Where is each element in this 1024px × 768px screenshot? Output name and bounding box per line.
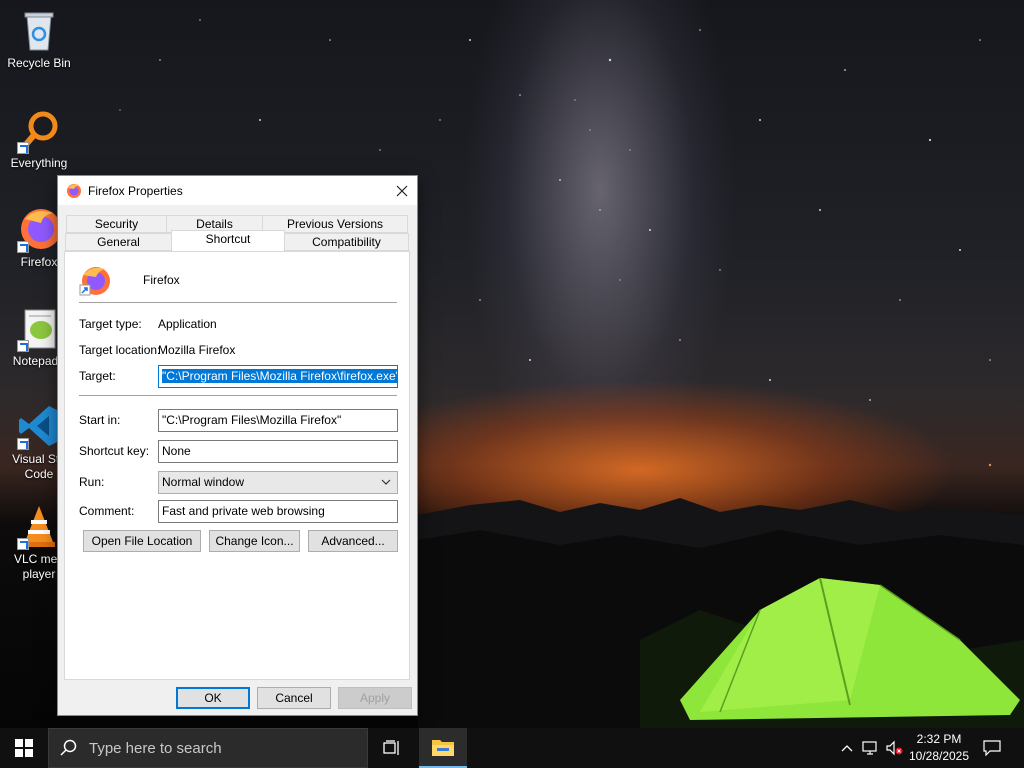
- shortcut-key-input[interactable]: None: [158, 440, 398, 463]
- search-placeholder: Type here to search: [89, 739, 222, 757]
- tab-compatibility[interactable]: Compatibility: [284, 233, 409, 251]
- volume-muted-icon: [886, 740, 903, 756]
- firefox-icon: [67, 183, 81, 198]
- target-location-value: Mozilla Firefox: [158, 343, 236, 357]
- folder-icon: [432, 740, 454, 756]
- target-input[interactable]: "C:\Program Files\Mozilla Firefox\firefo…: [158, 365, 398, 388]
- tab-general[interactable]: General: [65, 233, 172, 251]
- firefox-app-icon: [79, 267, 110, 296]
- comment-input[interactable]: Fast and private web browsing: [158, 500, 398, 523]
- target-location-label: Target location:: [79, 343, 161, 357]
- comment-label: Comment:: [79, 504, 135, 518]
- separator: [79, 395, 397, 396]
- taskbar-search-box[interactable]: Type here to search: [48, 728, 368, 768]
- tab-strip: Security Details Previous Versions Gener…: [65, 215, 409, 251]
- show-hidden-icons-button[interactable]: [838, 728, 856, 768]
- notepad-plus-plus-icon: [15, 304, 63, 352]
- cancel-button[interactable]: Cancel: [257, 687, 331, 709]
- target-type-label: Target type:: [79, 317, 142, 331]
- target-label: Target:: [79, 369, 116, 383]
- clock-time: 2:32 PM: [916, 732, 962, 746]
- shortcut-arrow-icon: [17, 340, 29, 352]
- desktop-icon-everything[interactable]: Everything: [2, 106, 76, 171]
- windows-logo-icon: [15, 739, 33, 757]
- desktop-icon-recycle-bin[interactable]: Recycle Bin: [2, 6, 76, 71]
- properties-dialog: Firefox Properties Security Details Prev…: [57, 175, 418, 716]
- shortcut-tab-panel: Firefox Target type: Application Target …: [64, 251, 410, 680]
- open-file-location-button[interactable]: Open File Location: [83, 530, 201, 552]
- tab-shortcut[interactable]: Shortcut: [171, 230, 285, 251]
- separator: [79, 302, 397, 303]
- notification-icon: [983, 740, 1001, 756]
- app-name: Firefox: [143, 273, 180, 287]
- tab-security[interactable]: Security: [66, 215, 167, 233]
- action-center-button[interactable]: [978, 728, 1006, 768]
- dialog-title: Firefox Properties: [88, 183, 183, 198]
- firefox-icon: [15, 205, 63, 253]
- apply-button[interactable]: Apply: [338, 687, 412, 709]
- desktop-icon-label: Everything: [10, 156, 68, 170]
- start-button[interactable]: [0, 728, 48, 768]
- volume-tray-button[interactable]: [884, 728, 906, 768]
- network-tray-button[interactable]: [860, 728, 882, 768]
- taskbar-clock[interactable]: 2:32 PM 10/28/2025: [905, 731, 973, 765]
- shortcut-arrow-icon: [17, 241, 29, 253]
- taskbar: Type here to search 2:32 PM 10/28/2025: [0, 728, 1024, 768]
- start-in-input[interactable]: "C:\Program Files\Mozilla Firefox": [158, 409, 398, 432]
- close-button[interactable]: [387, 176, 417, 205]
- run-select[interactable]: Normal window: [158, 471, 398, 494]
- run-select-value: Normal window: [162, 475, 245, 489]
- chevron-up-icon: [841, 745, 853, 752]
- file-explorer-taskbar-button[interactable]: [419, 728, 467, 768]
- everything-search-icon: [15, 106, 63, 154]
- close-icon: [396, 185, 408, 196]
- search-icon: [49, 728, 89, 768]
- shortcut-arrow-icon: [17, 438, 29, 450]
- run-label: Run:: [79, 475, 105, 489]
- target-input-text: "C:\Program Files\Mozilla Firefox\firefo…: [162, 369, 398, 383]
- advanced-button[interactable]: Advanced...: [308, 530, 398, 552]
- shortcut-key-label: Shortcut key:: [79, 444, 150, 458]
- vscode-icon: [15, 402, 63, 450]
- vlc-icon: [15, 502, 63, 550]
- ok-button[interactable]: OK: [176, 687, 250, 709]
- desktop-icon-label: Recycle Bin: [7, 56, 71, 70]
- network-icon: [862, 741, 877, 755]
- recycle-bin-icon: [15, 6, 63, 54]
- clock-date: 10/28/2025: [908, 749, 970, 763]
- chevron-down-icon: [381, 479, 391, 485]
- task-view-icon: [383, 740, 399, 755]
- task-view-button[interactable]: [368, 728, 416, 768]
- dialog-titlebar[interactable]: Firefox Properties: [58, 176, 417, 205]
- start-in-label: Start in:: [79, 413, 121, 427]
- target-type-value: Application: [158, 317, 217, 331]
- shortcut-arrow-icon: [17, 142, 29, 154]
- shortcut-arrow-icon: [17, 538, 29, 550]
- change-icon-button[interactable]: Change Icon...: [209, 530, 300, 552]
